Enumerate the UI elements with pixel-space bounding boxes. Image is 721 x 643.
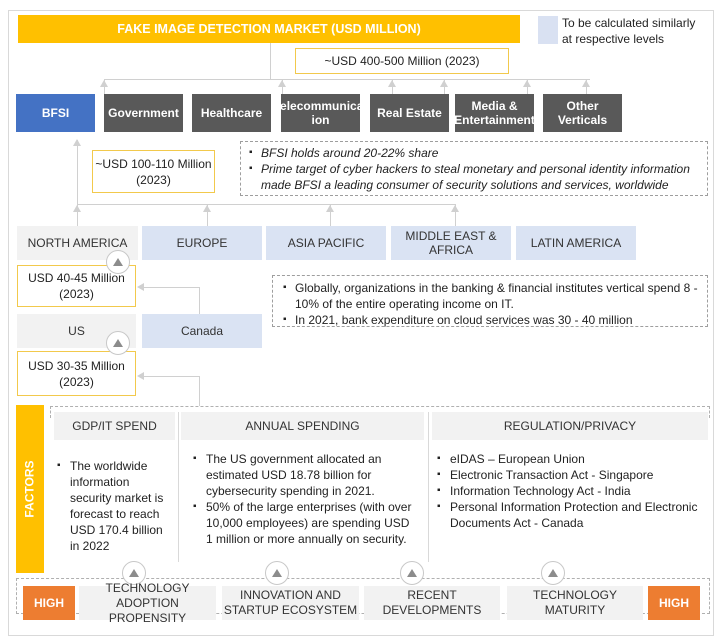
factor-bullet: Electronic Transaction Act - Singapore xyxy=(436,467,706,483)
arrow-up-icon xyxy=(203,205,211,212)
connector-line xyxy=(270,43,271,79)
driver-innovation-startup[interactable]: INNOVATION AND STARTUP ECOSYSTEM xyxy=(222,586,359,620)
note-bullet: Globally, organizations in the banking &… xyxy=(281,280,699,312)
country-canada[interactable]: Canada xyxy=(142,314,262,348)
factor-bullet: The worldwide information security marke… xyxy=(56,458,174,554)
bfsi-size-box: ~USD 100-110 Million (2023) xyxy=(92,150,215,193)
factor-header-regulation: REGULATION/PRIVACY xyxy=(432,412,708,440)
arrow-up-icon xyxy=(100,80,108,87)
factor-body-gdp: The worldwide information security marke… xyxy=(56,458,174,554)
market-title-bar: FAKE IMAGE DETECTION MARKET (USD MILLION… xyxy=(18,15,520,43)
arrow-up-icon xyxy=(73,205,81,212)
column-divider xyxy=(428,412,429,562)
connector-line xyxy=(104,79,590,80)
market-size-box: ~USD 400-500 Million (2023) xyxy=(295,48,509,74)
connector-line xyxy=(142,287,200,288)
arrow-up-icon xyxy=(326,205,334,212)
region-asia-pacific[interactable]: ASIA PACIFIC xyxy=(266,226,386,260)
driver-technology-maturity[interactable]: TECHNOLOGY MATURITY xyxy=(507,586,643,620)
factor-body-regulation: eIDAS – European Union Electronic Transa… xyxy=(436,451,706,531)
connector-line xyxy=(199,287,200,314)
driver-technology-adoption[interactable]: TECHNOLOGY ADOPTION PROPENSITY xyxy=(79,581,216,625)
region-latin-america[interactable]: LATIN AMERICA xyxy=(516,226,636,260)
expand-up-icon[interactable] xyxy=(106,250,130,274)
factor-bullet: eIDAS – European Union xyxy=(436,451,706,467)
note-bullet: Prime target of cyber hackers to steal m… xyxy=(247,161,701,193)
legend-text: To be calculated similarly at respective… xyxy=(562,16,696,46)
bfsi-notes: BFSI holds around 20-22% share Prime tar… xyxy=(240,141,708,196)
arrow-left-icon xyxy=(137,372,144,380)
arrow-up-icon xyxy=(451,205,459,212)
factors-bar: FACTORS xyxy=(16,405,44,573)
na-notes: Globally, organizations in the banking &… xyxy=(272,275,708,328)
note-bullet: In 2021, bank expenditure on cloud servi… xyxy=(281,312,699,328)
vertical-real-estate[interactable]: Real Estate xyxy=(370,94,449,132)
vertical-government[interactable]: Government xyxy=(104,94,183,132)
high-badge-right: HIGH xyxy=(648,586,700,620)
connector-line xyxy=(586,79,587,94)
expand-up-icon[interactable] xyxy=(265,561,289,585)
factor-header-gdp: GDP/IT SPEND xyxy=(54,412,175,440)
connector-line xyxy=(392,79,393,94)
vertical-media-entertainment[interactable]: Media & Entertainment xyxy=(454,94,535,132)
connector-line xyxy=(527,79,528,94)
connector-line xyxy=(77,140,78,204)
factor-bullet: Personal Information Protection and Elec… xyxy=(436,499,706,531)
driver-recent-developments[interactable]: RECENT DEVELOPMENTS xyxy=(364,586,500,620)
region-middle-east-africa[interactable]: MIDDLE EAST & AFRICA xyxy=(391,226,511,260)
expand-up-icon[interactable] xyxy=(541,561,565,585)
connector-line xyxy=(142,376,200,377)
note-bullet: BFSI holds around 20-22% share xyxy=(247,145,701,161)
expand-up-icon[interactable] xyxy=(400,561,424,585)
connector-line xyxy=(199,376,200,406)
legend-swatch xyxy=(538,16,558,44)
factor-bullet: The US government allocated an estimated… xyxy=(192,451,414,499)
us-size-box: USD 30-35 Million (2023) xyxy=(17,351,136,396)
connector-line xyxy=(77,204,456,205)
factor-bullet: Information Technology Act - India xyxy=(436,483,706,499)
expand-up-icon[interactable] xyxy=(106,331,130,355)
vertical-healthcare[interactable]: Healthcare xyxy=(192,94,271,132)
region-europe[interactable]: EUROPE xyxy=(142,226,262,260)
vertical-other[interactable]: Other Verticals xyxy=(543,94,622,132)
factor-body-annual-spending: The US government allocated an estimated… xyxy=(192,451,414,547)
factors-label: FACTORS xyxy=(23,460,37,518)
arrow-up-icon xyxy=(73,139,81,146)
factor-header-annual-spending: ANNUAL SPENDING xyxy=(181,412,424,440)
column-divider xyxy=(178,412,179,562)
vertical-telecommunication[interactable]: Telecommunicat ion xyxy=(274,94,367,132)
factor-bullet: 50% of the large enterprises (with over … xyxy=(192,499,414,547)
arrow-left-icon xyxy=(137,283,144,291)
high-badge-left: HIGH xyxy=(23,586,75,620)
market-title: FAKE IMAGE DETECTION MARKET (USD MILLION… xyxy=(117,22,421,36)
connector-line xyxy=(444,79,445,94)
vertical-bfsi[interactable]: BFSI xyxy=(16,94,95,132)
connector-line xyxy=(282,79,283,94)
